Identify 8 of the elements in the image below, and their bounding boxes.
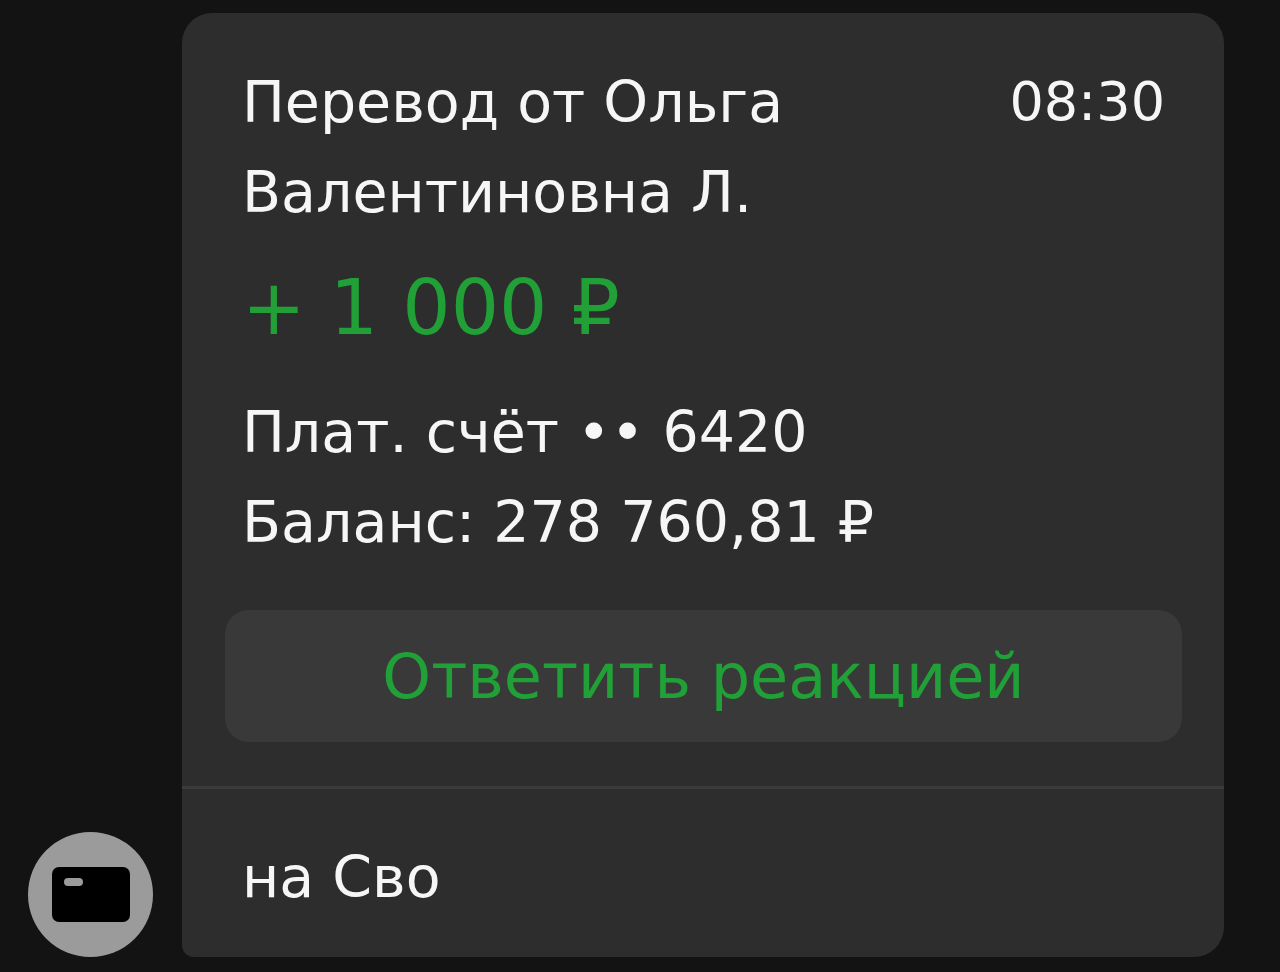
- message-title: Перевод от Ольга Валентиновна Л.: [242, 68, 785, 227]
- card-icon: [28, 832, 153, 957]
- amount-text: + 1 000 ₽: [242, 262, 621, 354]
- account-text: Плат. счёт •• 6420: [242, 398, 809, 467]
- message-time: 08:30: [1009, 69, 1165, 135]
- comment-text: на Сво: [242, 843, 442, 912]
- reaction-button[interactable]: Ответить реакцией: [225, 610, 1182, 742]
- balance-text: Баланс: 278 760,81 ₽: [242, 488, 876, 557]
